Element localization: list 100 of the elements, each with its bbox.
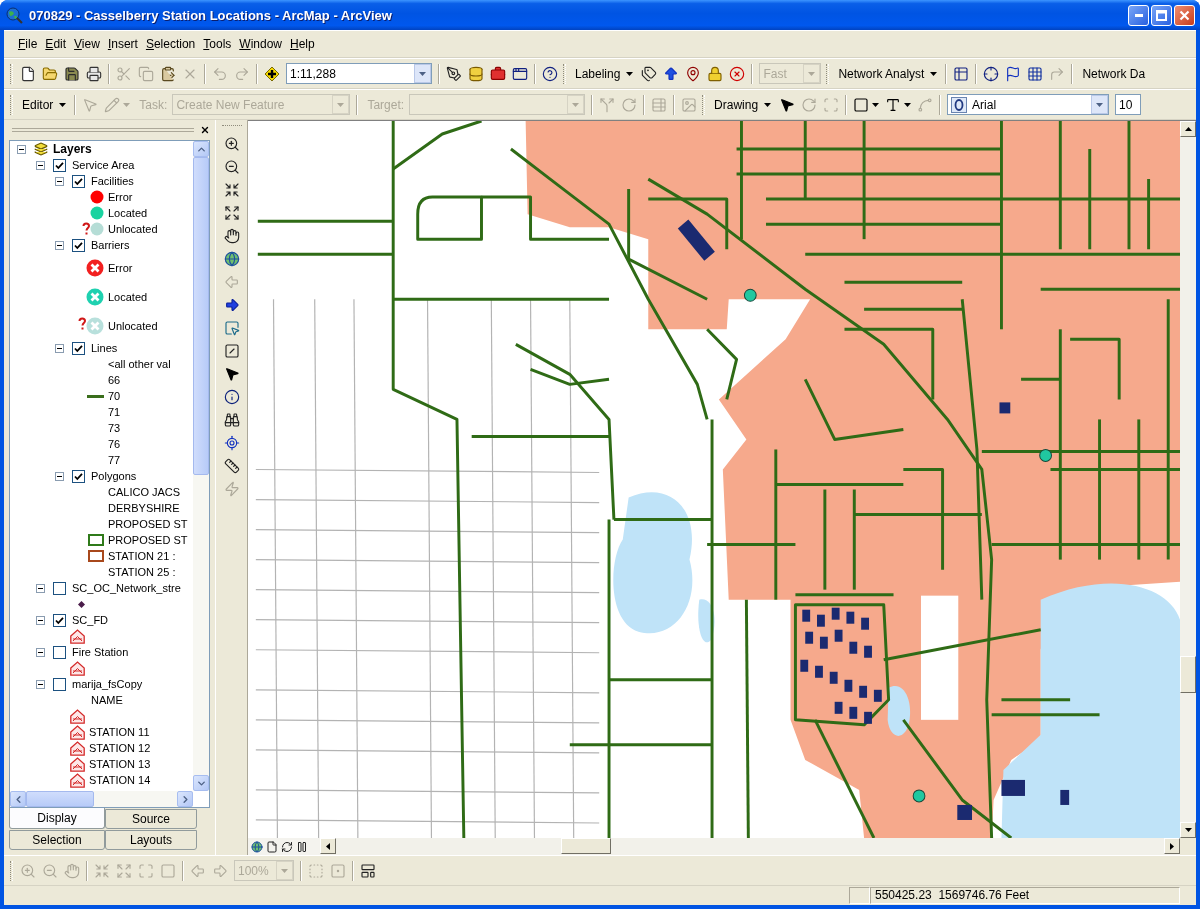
- pen-icon[interactable]: [446, 65, 462, 82]
- collapse-toggle[interactable]: [55, 471, 64, 481]
- data-frame-name[interactable]: Layers: [52, 142, 92, 156]
- pause-icon[interactable]: [296, 840, 308, 853]
- arrows-outward-icon[interactable]: [223, 205, 240, 221]
- hand-icon[interactable]: [223, 228, 240, 244]
- ruler-icon[interactable]: [223, 458, 240, 474]
- collapse-toggle[interactable]: [55, 240, 64, 250]
- menu-item[interactable]: Tools: [199, 35, 236, 53]
- zoom-out-icon[interactable]: [223, 159, 240, 175]
- layer-checkbox[interactable]: [72, 341, 85, 355]
- lock-icon[interactable]: [707, 65, 724, 82]
- layer-checkbox[interactable]: [53, 645, 66, 659]
- binoculars-icon[interactable]: [223, 412, 240, 428]
- editor-menu[interactable]: Editor: [17, 93, 72, 116]
- crosshair-icon[interactable]: [983, 65, 1000, 82]
- page-icon[interactable]: [266, 840, 278, 853]
- triangle-down-icon: [1184, 828, 1192, 832]
- font-combo[interactable]: Arial: [947, 94, 1110, 115]
- layer-name[interactable]: marija_fsCopy: [71, 678, 143, 690]
- window-icon[interactable]: [512, 65, 528, 82]
- layer-checkbox[interactable]: [53, 677, 66, 691]
- network-analyst-menu[interactable]: Network Analyst: [833, 62, 943, 85]
- layer-name[interactable]: Lines: [90, 342, 118, 354]
- x-circle-icon[interactable]: [729, 65, 746, 82]
- arrows-inward-icon[interactable]: [223, 182, 240, 198]
- collapse-toggle[interactable]: [36, 160, 45, 170]
- menu-item[interactable]: View: [70, 35, 104, 53]
- minimize-button[interactable]: [1128, 4, 1149, 26]
- scrollbar-thumb[interactable]: [193, 157, 209, 475]
- collapse-toggle[interactable]: [36, 615, 45, 625]
- horizontal-scrollbar[interactable]: [10, 791, 193, 807]
- collapse-toggle[interactable]: [55, 176, 64, 186]
- collapse-toggle[interactable]: [36, 647, 45, 657]
- menu-item[interactable]: Help: [286, 35, 319, 53]
- layer-name[interactable]: Barriers: [90, 239, 130, 251]
- layer-checkbox[interactable]: [72, 469, 85, 483]
- table-icon[interactable]: [953, 65, 970, 82]
- panel-tab[interactable]: Selection: [9, 830, 105, 850]
- arrow-up-icon[interactable]: [663, 65, 680, 82]
- target-icon[interactable]: [223, 435, 240, 451]
- zoom-in-icon[interactable]: [223, 136, 240, 152]
- square-slash-icon[interactable]: [223, 343, 240, 359]
- clipboard-icon[interactable]: [160, 65, 176, 82]
- plus-diamond-icon[interactable]: [264, 65, 280, 82]
- close-button[interactable]: [1174, 4, 1195, 26]
- menu-item[interactable]: File: [14, 35, 42, 53]
- layer-name[interactable]: Fire Station: [71, 646, 129, 658]
- layer-checkbox[interactable]: [53, 581, 66, 595]
- layer-checkbox[interactable]: [53, 158, 66, 172]
- menu-item[interactable]: Selection: [141, 35, 200, 53]
- close-icon[interactable]: [200, 124, 210, 135]
- help-icon[interactable]: [542, 65, 558, 82]
- layer-name[interactable]: SC_FD: [71, 614, 109, 626]
- layer-checkbox[interactable]: [72, 174, 85, 188]
- briefcase-icon[interactable]: [490, 65, 506, 82]
- maximize-button[interactable]: [1151, 4, 1172, 26]
- menu-item[interactable]: Edit: [41, 35, 71, 53]
- refresh-icon[interactable]: [281, 840, 293, 853]
- scale-combo[interactable]: 1:11,288: [286, 63, 432, 84]
- pointer-icon[interactable]: [779, 96, 796, 113]
- save-icon[interactable]: [64, 65, 80, 82]
- collapse-toggle[interactable]: [36, 583, 45, 593]
- collapse-toggle[interactable]: [55, 343, 64, 353]
- font-size-combo[interactable]: 10: [1115, 94, 1142, 115]
- layer-name[interactable]: Service Area: [71, 159, 135, 171]
- grid-icon[interactable]: [1027, 65, 1044, 82]
- pin-icon[interactable]: [685, 65, 702, 82]
- vertical-scrollbar[interactable]: [193, 141, 209, 791]
- labeling-menu[interactable]: Labeling: [570, 62, 639, 85]
- menu-item[interactable]: Insert: [103, 35, 142, 53]
- layout-icon[interactable]: [360, 862, 376, 879]
- panel-tab[interactable]: Layouts: [105, 830, 197, 850]
- layer-name[interactable]: SC_OC_Network_stre: [71, 582, 181, 594]
- layer-name[interactable]: Facilities: [90, 175, 134, 187]
- drawing-menu[interactable]: Drawing: [709, 93, 777, 116]
- pointer-icon[interactable]: [223, 366, 240, 382]
- scrollbar-thumb[interactable]: [26, 791, 94, 807]
- square-pointer-icon[interactable]: [223, 320, 240, 336]
- layer-checkbox[interactable]: [72, 238, 85, 252]
- panel-tab[interactable]: Display: [9, 808, 105, 829]
- menu-item[interactable]: Window: [235, 35, 286, 53]
- globe-icon[interactable]: [223, 251, 240, 267]
- panel-tab[interactable]: Source: [105, 809, 197, 829]
- collapse-toggle[interactable]: [17, 144, 26, 154]
- arrow-right-icon[interactable]: [223, 297, 240, 313]
- printer-icon[interactable]: [86, 65, 102, 82]
- rectangle-icon[interactable]: [853, 96, 870, 113]
- database-icon[interactable]: [468, 65, 484, 82]
- info-icon[interactable]: [223, 389, 240, 405]
- folder-icon[interactable]: [42, 65, 58, 82]
- globe-icon[interactable]: [6, 6, 23, 24]
- document-icon[interactable]: [20, 65, 36, 82]
- layer-checkbox[interactable]: [53, 613, 66, 627]
- collapse-toggle[interactable]: [36, 679, 45, 689]
- letter-t-icon[interactable]: [885, 96, 902, 113]
- flag-icon[interactable]: [1005, 65, 1022, 82]
- globe-icon[interactable]: [251, 840, 263, 853]
- layer-name[interactable]: Polygons: [90, 470, 137, 482]
- tags-icon[interactable]: [641, 65, 658, 82]
